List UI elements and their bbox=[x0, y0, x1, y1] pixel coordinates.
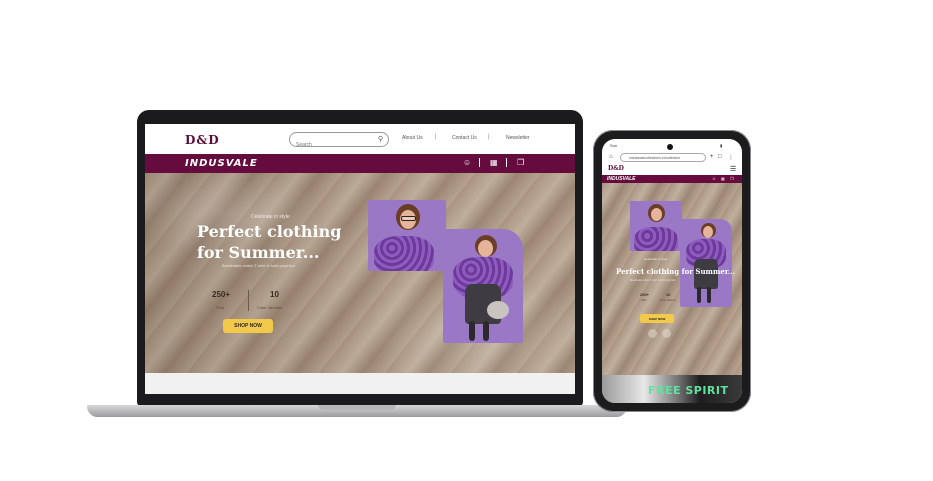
phone-hero-kicker: Celebrate in style bbox=[644, 257, 668, 261]
phone-stat-sold-value: 250+ bbox=[640, 292, 650, 297]
phone-model-photo-1[interactable] bbox=[630, 201, 682, 251]
phone-hero-title: Perfect clothing for Summer... bbox=[616, 267, 736, 276]
user-icon[interactable]: ☺ bbox=[463, 158, 471, 167]
phone-hero-subtitle: Breathable cotton T-shirt in bold graphi… bbox=[630, 279, 676, 282]
page-footer-strip bbox=[145, 373, 575, 394]
brand-bar: INDUSVALE ☺ ▦ ❐ bbox=[145, 154, 575, 173]
url-bar[interactable]: induswalecollections.in/collection bbox=[620, 153, 706, 162]
stat-divider bbox=[248, 290, 249, 311]
shop-now-button[interactable]: SHOP NOW bbox=[223, 319, 273, 333]
laptop-notch bbox=[318, 405, 396, 410]
nav-contact-us[interactable]: Contact Us bbox=[452, 135, 477, 141]
stat-colors-value: 10 bbox=[270, 290, 279, 299]
free-spirit-text: FREE SPIRIT bbox=[648, 384, 729, 397]
battery-icon: ▮ bbox=[720, 143, 723, 148]
status-time: Sun bbox=[610, 143, 618, 148]
bag-icon[interactable]: ▦ bbox=[721, 176, 725, 181]
phone-stat-colors-label: Color Variants bbox=[660, 299, 676, 302]
new-tab-icon[interactable]: + bbox=[710, 154, 714, 160]
leg bbox=[483, 321, 489, 341]
phone-screen: Sun ▮ ⌂ induswalecollections.in/collecti… bbox=[602, 139, 742, 403]
hero-banner: Celebrate in style Perfect clothing for … bbox=[145, 173, 575, 373]
stat-colors-label: Color Variants bbox=[257, 305, 283, 310]
stat-sold-label: Sold bbox=[216, 305, 225, 310]
indusvale-logo[interactable]: INDUSVALE bbox=[185, 158, 258, 169]
phone-model-photo-2[interactable] bbox=[680, 219, 732, 307]
bar-divider bbox=[506, 158, 507, 167]
brand-logo[interactable]: D&D bbox=[185, 133, 220, 147]
front-camera bbox=[667, 144, 673, 150]
bag-icon[interactable]: ▦ bbox=[490, 158, 498, 167]
hero-subtitle: Breathable cotton T-shirt in bold graphi… bbox=[222, 263, 295, 268]
user-icon[interactable]: ☺ bbox=[712, 176, 716, 181]
fur-coat bbox=[634, 227, 678, 251]
laptop-screen: D&D ⚲ About Us | Contact Us | Newsletter… bbox=[145, 124, 575, 394]
home-icon[interactable]: ⌂ bbox=[609, 154, 613, 160]
copy-icon[interactable]: ❐ bbox=[730, 176, 734, 181]
leg bbox=[697, 287, 701, 303]
search-input[interactable] bbox=[296, 138, 372, 152]
carousel-next-icon[interactable] bbox=[662, 329, 671, 338]
more-icon[interactable]: ⋮ bbox=[728, 154, 734, 161]
menu-icon[interactable]: ☰ bbox=[730, 165, 736, 173]
copy-icon[interactable]: ❐ bbox=[517, 158, 524, 167]
model-face bbox=[651, 208, 662, 221]
phone-brand-bar: INDUSVALE ☺ ▦ ❐ bbox=[602, 175, 742, 183]
nav-about-us[interactable]: About Us bbox=[402, 135, 423, 141]
model-face bbox=[478, 240, 493, 257]
model-face bbox=[703, 226, 713, 238]
hero-title-line1: Perfect clothing bbox=[197, 222, 342, 241]
search-icon[interactable]: ⚲ bbox=[378, 135, 383, 143]
phone-shop-now-button[interactable]: SHOP NOW bbox=[640, 314, 674, 323]
handbag bbox=[487, 301, 509, 319]
hero-title: Perfect clothing for Summer... bbox=[197, 221, 377, 263]
carousel-prev-icon[interactable] bbox=[648, 329, 657, 338]
search-box[interactable]: ⚲ bbox=[289, 132, 389, 152]
leg bbox=[707, 287, 711, 303]
phone-stat-sold-label: Sold bbox=[641, 299, 647, 302]
phone-stat-colors-value: 10 bbox=[666, 292, 671, 297]
site-header: D&D ⚲ About Us | Contact Us | Newsletter bbox=[145, 124, 575, 154]
sunglasses bbox=[401, 216, 416, 221]
tabs-icon[interactable]: □ bbox=[718, 154, 722, 160]
model-photo-1[interactable] bbox=[368, 200, 446, 271]
hero-kicker: Celebrate in style bbox=[251, 214, 290, 220]
model-photo-2[interactable] bbox=[443, 229, 523, 343]
nav-newsletter[interactable]: Newsletter bbox=[506, 135, 530, 141]
leg bbox=[469, 321, 475, 341]
phone-indusvale-logo[interactable]: INDUSVALE bbox=[607, 176, 636, 182]
hero-title-line2: for Summer... bbox=[197, 243, 320, 262]
nav-separator: | bbox=[435, 134, 437, 140]
fur-coat bbox=[374, 236, 434, 271]
nav-separator: | bbox=[488, 134, 490, 140]
phone-brand-logo[interactable]: D&D bbox=[608, 165, 624, 172]
stat-sold-value: 250+ bbox=[212, 290, 231, 299]
bar-divider bbox=[479, 158, 480, 167]
